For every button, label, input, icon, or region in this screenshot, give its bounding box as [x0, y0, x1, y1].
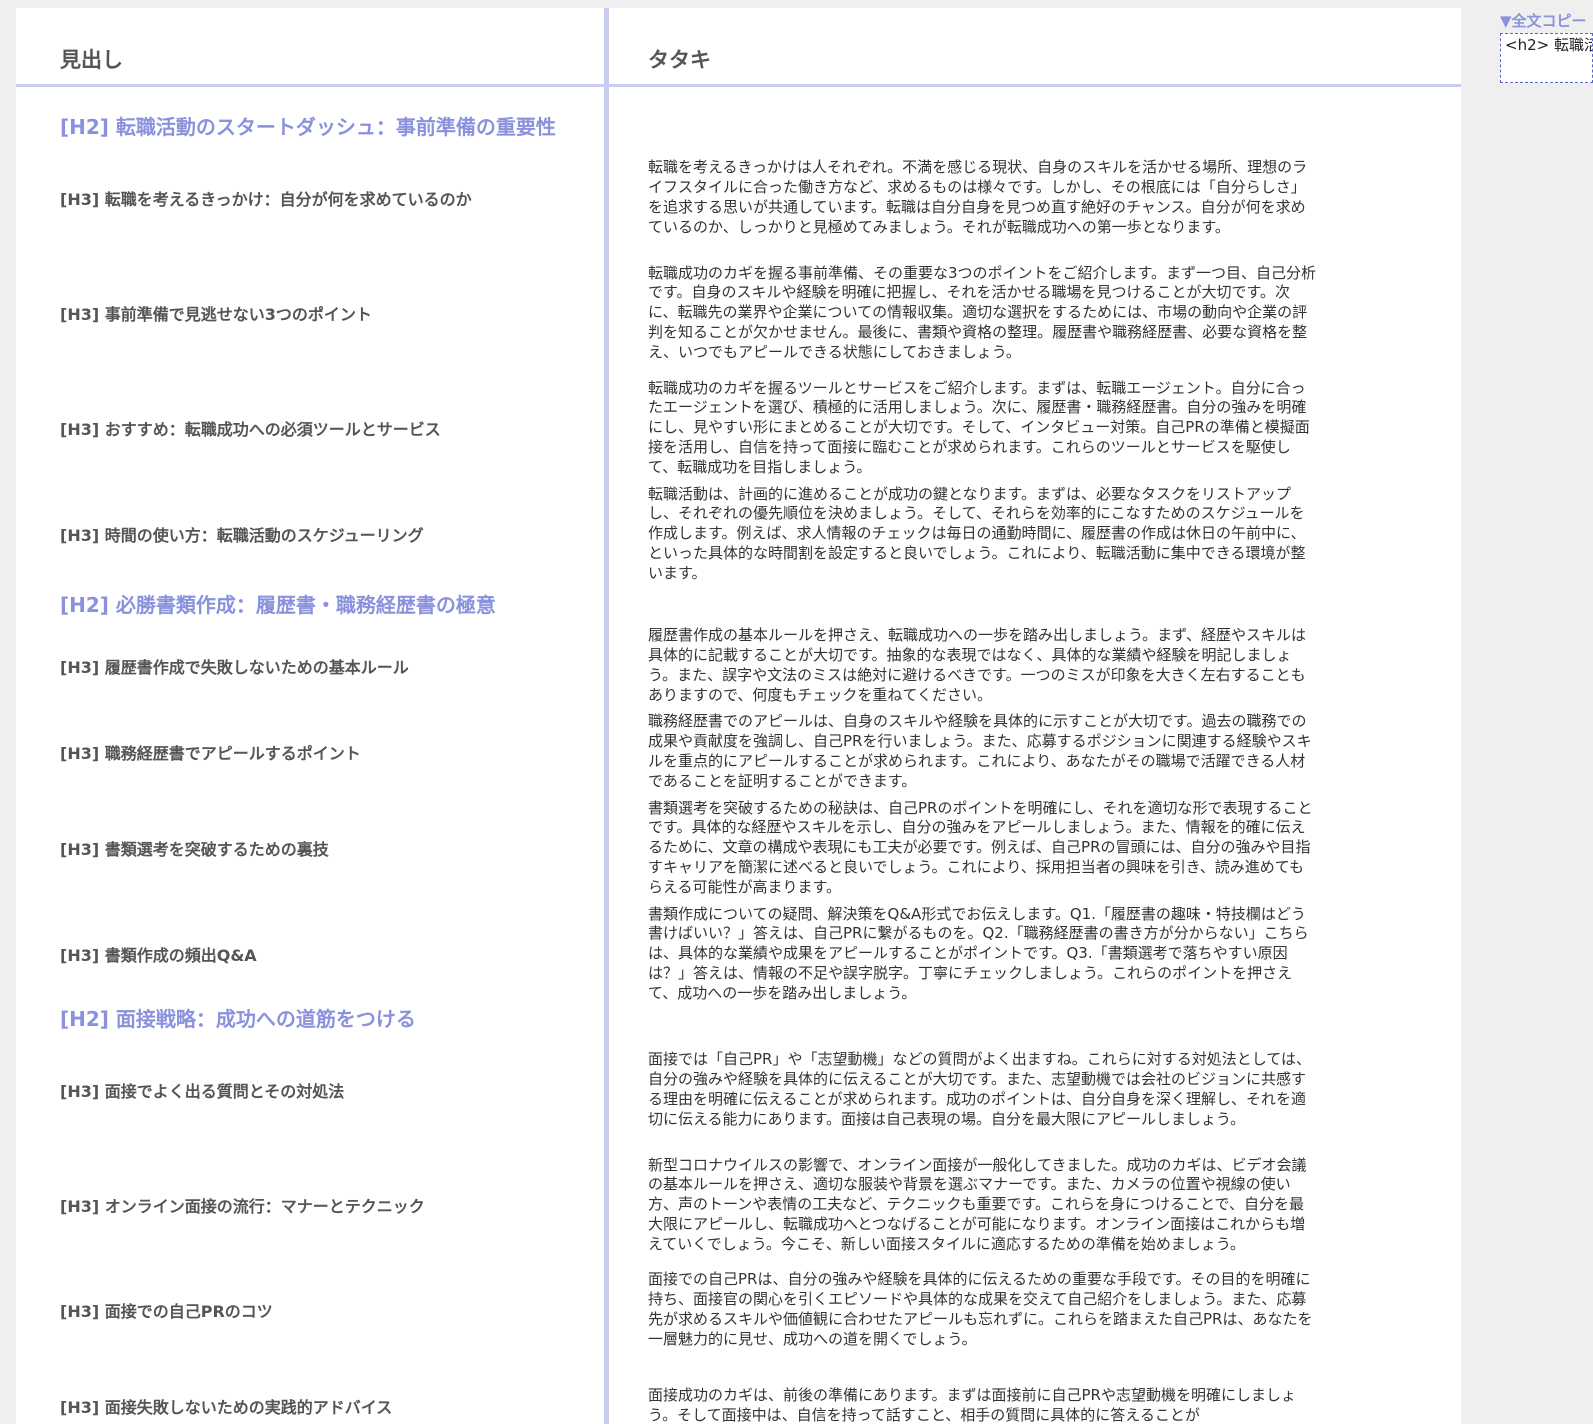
table-row: [H2] 必勝書類作成：履歴書・職務経歴書の極意 — [16, 582, 1461, 624]
table-row: [H3] 職務経歴書でアピールするポイント 職務経歴書でのアピールは、自身のスキ… — [16, 710, 1461, 794]
draft-cell: 書類作成についての疑問、解決策をQ&A形式でお伝えします。Q1.「履歴書の趣味・… — [648, 904, 1309, 1002]
draft-cell: 新型コロナウイルスの影響で、オンライン面接が一般化してきました。成功のカギは、ビ… — [648, 1155, 1307, 1253]
column-header-heading: 見出し — [60, 48, 123, 72]
heading-cell-h3: [H3] 職務経歴書でアピールするポイント — [60, 744, 361, 763]
table-row: [H3] 面接でよく出る質問とその対処法 面接では「自己PR」や「志望動機」など… — [16, 1038, 1461, 1142]
draft-cell: 履歴書作成の基本ルールを押さえ、転職成功への一歩を踏み出しましょう。まず、経歴や… — [648, 626, 1307, 704]
heading-cell-h3: [H3] 面接失敗しないための実践的アドバイス — [60, 1398, 393, 1417]
draft-cell: 面接では「自己PR」や「志望動機」などの質問がよく出ますね。これらに対する対処法… — [648, 1050, 1311, 1128]
heading-cell-h3: [H3] 転職を考えるきっかけ：自分が何を求めているのか — [60, 190, 472, 209]
table-header: 見出し タタキ — [16, 8, 1461, 87]
outline-table: 見出し タタキ [H2] 転職活動のスタートダッシュ：事前準備の重要性 [H3]… — [16, 8, 1461, 1424]
heading-cell-h3: [H3] 面接でよく出る質問とその対処法 — [60, 1082, 345, 1101]
heading-cell-h3: [H3] おすすめ：転職成功への必須ツールとサービス — [60, 420, 441, 439]
draft-cell: 面接での自己PRは、自分の強みや経験を具体的に伝えるための重要な手段です。その目… — [648, 1270, 1313, 1348]
table-row: [H3] 事前準備で見逃せない3つのポイント 転職成功のカギを握る事前準備、その… — [16, 252, 1461, 374]
draft-cell: 書類選考を突破するための秘訣は、自己PRのポイントを明確にし、それを適切な形で表… — [648, 798, 1313, 896]
draft-cell: 職務経歴書でのアピールは、自身のスキルや経験を具体的に示すことが大切です。過去の… — [648, 712, 1312, 790]
copy-textbox[interactable]: <h2> 転職活動のスタートダッシュ：事前準備の重要性</h2> — [1500, 33, 1593, 83]
heading-cell-h3: [H3] 面接での自己PRのコツ — [60, 1302, 273, 1321]
table-row: [H3] 面接での自己PRのコツ 面接での自己PRは、自分の強みや経験を具体的に… — [16, 1268, 1461, 1352]
draft-cell — [648, 582, 1318, 624]
table-row: [H3] オンライン面接の流行：マナーとテクニック 新型コロナウイルスの影響で、… — [16, 1144, 1461, 1266]
heading-cell-h2: [H2] 面接戦略：成功への道筋をつける — [60, 1006, 416, 1031]
table-row: [H2] 転職活動のスタートダッシュ：事前準備の重要性 — [16, 104, 1461, 146]
table-row: [H3] 書類選考を突破するための裏技 書類選考を突破するための秘訣は、自己PR… — [16, 796, 1461, 900]
heading-cell-h3: [H3] 書類作成の頻出Q&A — [60, 946, 257, 965]
table-row: [H3] 転職を考えるきっかけ：自分が何を求めているのか 転職を考えるきっかけは… — [16, 146, 1461, 250]
heading-cell-h3: [H3] 事前準備で見逃せない3つのポイント — [60, 305, 372, 324]
draft-cell — [648, 104, 1318, 146]
table-row: [H3] おすすめ：転職成功への必須ツールとサービス 転職成功のカギを握るツール… — [16, 376, 1461, 480]
heading-cell-h3: [H3] 書類選考を突破するための裏技 — [60, 840, 329, 859]
heading-cell-h3: [H3] オンライン面接の流行：マナーとテクニック — [60, 1197, 425, 1216]
table-row: [H3] 書類作成の頻出Q&A 書類作成についての疑問、解決策をQ&A形式でお伝… — [16, 902, 1461, 1006]
draft-cell — [648, 996, 1318, 1038]
copy-panel: ▼全文コピー <h2> 転職活動のスタートダッシュ：事前準備の重要性</h2> — [1500, 10, 1593, 90]
copy-all-toggle[interactable]: ▼全文コピー — [1500, 10, 1593, 31]
heading-cell-h3: [H3] 時間の使い方：転職活動のスケジューリング — [60, 526, 424, 545]
table-row: [H3] 履歴書作成で失敗しないための基本ルール 履歴書作成の基本ルールを押さえ… — [16, 624, 1461, 708]
heading-cell-h2: [H2] 必勝書類作成：履歴書・職務経歴書の極意 — [60, 592, 496, 617]
table-row: [H3] 時間の使い方：転職活動のスケジューリング 転職活動は、計画的に進めるこ… — [16, 482, 1461, 586]
draft-cell: 転職成功のカギを握る事前準備、その重要な3つのポイントをご紹介します。まず一つ目… — [648, 263, 1317, 361]
table-row: [H3] 面接失敗しないための実践的アドバイス 面接成功のカギは、前後の準備にあ… — [16, 1354, 1461, 1424]
heading-cell-h3: [H3] 履歴書作成で失敗しないための基本ルール — [60, 658, 409, 677]
draft-cell: 面接成功のカギは、前後の準備にあります。まずは面接前に自己PRや志望動機を明確に… — [648, 1386, 1296, 1424]
heading-cell-h2: [H2] 転職活動のスタートダッシュ：事前準備の重要性 — [60, 114, 556, 139]
column-header-draft: タタキ — [648, 48, 711, 72]
draft-cell: 転職活動は、計画的に進めることが成功の鍵となります。まずは、必要なタスクをリスト… — [648, 484, 1306, 582]
table-row: [H2] 面接戦略：成功への道筋をつける — [16, 996, 1461, 1038]
draft-cell: 転職を考えるきっかけは人それぞれ。不満を感じる現状、自身のスキルを活かせる場所、… — [648, 158, 1308, 236]
draft-cell: 転職成功のカギを握るツールとサービスをご紹介します。まずは、転職エージェント。自… — [648, 378, 1310, 476]
